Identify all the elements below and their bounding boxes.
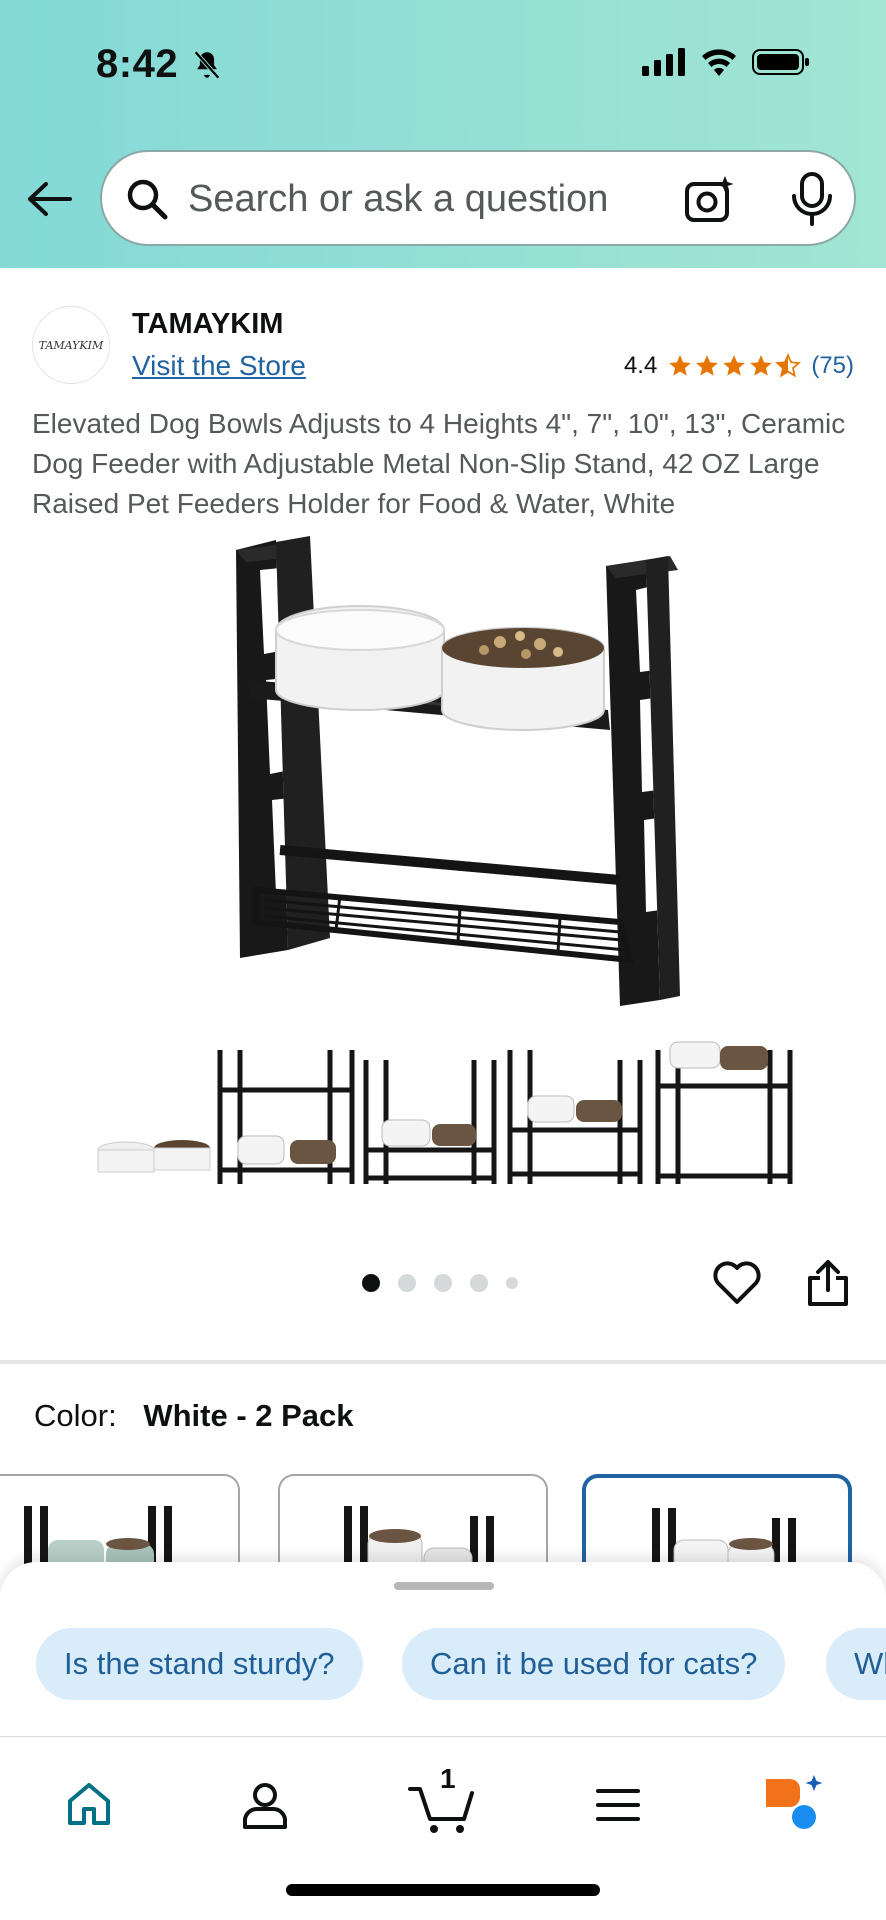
star-rating <box>667 353 802 379</box>
star-full-icon <box>669 355 692 376</box>
product-title: Elevated Dog Bowls Adjusts to 4 Heights … <box>32 408 846 519</box>
battery-icon <box>752 49 809 75</box>
section-divider <box>0 1360 886 1364</box>
brand-logo[interactable]: TAMAYKIM <box>32 306 110 384</box>
suggestion-chip[interactable]: Can it be used for cats? <box>402 1628 786 1700</box>
carousel-dot-active[interactable] <box>362 1274 380 1292</box>
brand-name: TAMAYKIM <box>132 308 284 340</box>
star-full-icon <box>750 355 773 376</box>
rating-count[interactable]: (75) <box>811 352 854 380</box>
heart-icon[interactable] <box>712 1258 762 1306</box>
star-full-icon <box>696 355 719 376</box>
brand-logo-text: TAMAYKIM <box>38 338 104 352</box>
bell-off-icon <box>194 50 220 80</box>
rating-summary[interactable]: 4.4 (75) <box>624 352 854 380</box>
rating-value: 4.4 <box>623 352 658 379</box>
stand-illustration <box>236 536 680 1006</box>
cart-icon[interactable] <box>408 1783 476 1835</box>
back-arrow-icon[interactable] <box>24 174 74 224</box>
suggestion-chip[interactable]: Is the stand sturdy? <box>36 1628 363 1700</box>
carousel-dot[interactable] <box>434 1274 452 1292</box>
star-half-icon <box>775 353 802 378</box>
account-icon[interactable] <box>242 1781 288 1829</box>
menu-icon[interactable] <box>596 1787 640 1823</box>
wifi-icon <box>702 49 736 76</box>
carousel-dot[interactable] <box>506 1277 518 1289</box>
home-indicator <box>286 1884 600 1896</box>
search-input[interactable]: Search or ask a question <box>188 178 608 221</box>
star-full-icon <box>723 355 746 376</box>
share-icon[interactable] <box>804 1258 852 1308</box>
search-bar[interactable]: Search or ask a question <box>100 150 856 246</box>
carousel-dot[interactable] <box>398 1274 416 1292</box>
image-carousel-dots[interactable] <box>362 1274 518 1292</box>
camera-lens-icon[interactable] <box>684 174 734 224</box>
visit-store-link[interactable]: Visit the Store <box>132 350 306 382</box>
status-time: 8:42 <box>96 42 179 86</box>
search-icon <box>127 179 168 220</box>
status-icons <box>642 48 810 76</box>
color-label: Color: <box>34 1398 117 1433</box>
signal-icon <box>642 48 685 76</box>
carousel-dot[interactable] <box>470 1274 488 1292</box>
home-icon[interactable] <box>66 1781 112 1827</box>
color-selector-label: Color: White - 2 Pack <box>34 1398 354 1434</box>
suggestion-sheet[interactable]: Is the stand sturdy? Can it be used for … <box>0 1562 886 1738</box>
product-image[interactable] <box>80 530 800 1210</box>
sheet-drag-handle[interactable] <box>394 1582 494 1590</box>
variant-thumbnails-illustration <box>97 1041 793 1184</box>
microphone-icon[interactable] <box>790 172 834 226</box>
suggestion-chip[interactable]: Wh <box>826 1628 886 1700</box>
rufus-assistant-icon[interactable] <box>762 1775 824 1831</box>
app-header: 8:42 Search or ask a question <box>0 0 886 268</box>
color-value: White - 2 Pack <box>143 1398 354 1433</box>
